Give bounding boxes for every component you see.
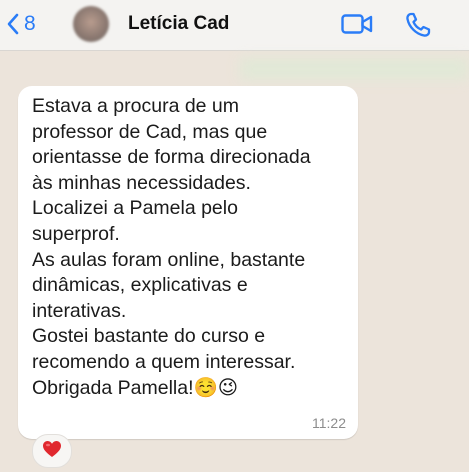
- previous-message-edge: [240, 58, 469, 80]
- voice-call-button[interactable]: [404, 11, 432, 44]
- reaction-badge[interactable]: [32, 434, 72, 468]
- message-time: 11:22: [312, 415, 346, 431]
- back-button[interactable]: 8: [6, 9, 36, 39]
- contact-name[interactable]: Letícia Cad: [128, 13, 229, 35]
- chat-header: 8 Letícia Cad: [0, 0, 469, 51]
- phone-icon: [404, 12, 432, 43]
- heart-icon: [42, 440, 62, 463]
- unread-count: 8: [24, 12, 36, 35]
- avatar[interactable]: [73, 6, 109, 42]
- chevron-left-icon: [6, 12, 20, 36]
- video-call-button[interactable]: [341, 13, 373, 40]
- message-bubble[interactable]: Estava a procura de um professor de Cad,…: [18, 86, 358, 439]
- message-text: Estava a procura de um professor de Cad,…: [32, 95, 311, 399]
- video-camera-icon: [341, 14, 373, 39]
